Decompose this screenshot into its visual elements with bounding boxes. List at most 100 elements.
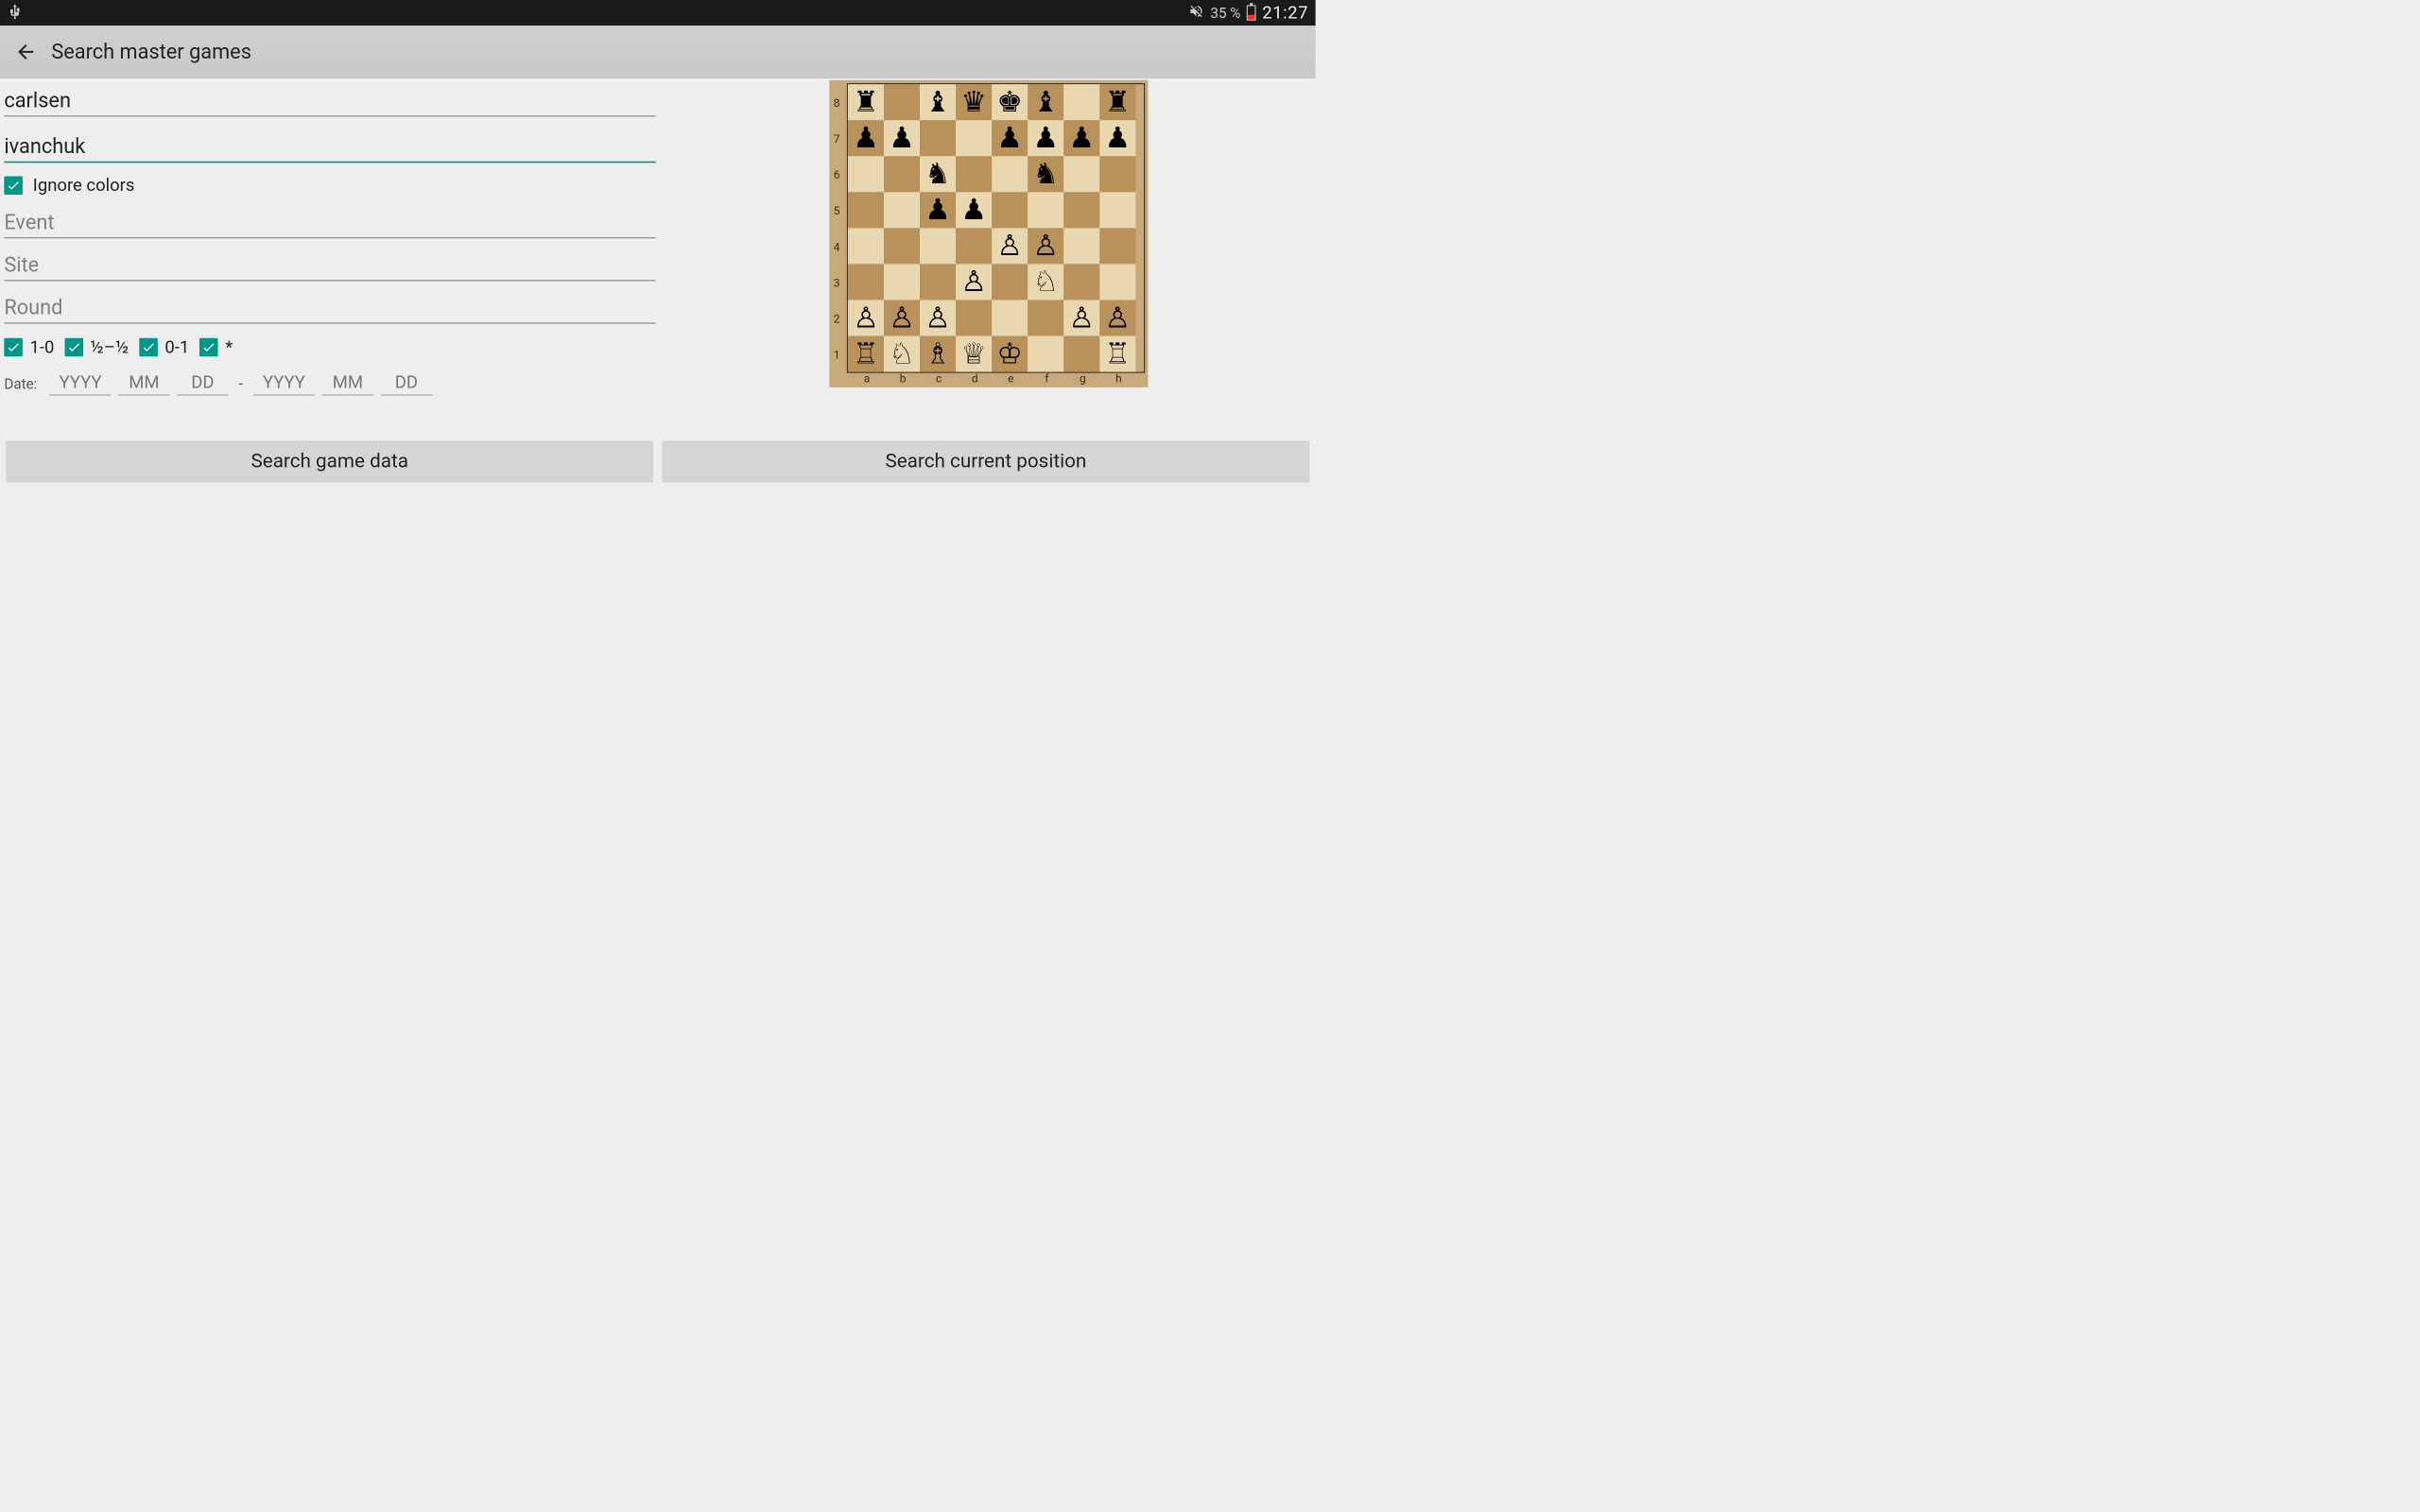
square-f8[interactable]: ♝ bbox=[1028, 84, 1063, 120]
search-game-data-button[interactable]: Search game data bbox=[7, 440, 653, 481]
square-c2[interactable]: ♙ bbox=[920, 300, 956, 335]
square-a1[interactable]: ♖ bbox=[848, 336, 884, 372]
square-a2[interactable]: ♙ bbox=[848, 300, 884, 335]
result-draw-checkbox[interactable] bbox=[64, 338, 83, 357]
square-a5[interactable] bbox=[848, 192, 884, 228]
date-from-year[interactable] bbox=[49, 372, 111, 396]
square-f3[interactable]: ♘ bbox=[1028, 264, 1063, 300]
piece-wk: ♔ bbox=[997, 339, 1023, 368]
square-h8[interactable]: ♜ bbox=[1099, 84, 1135, 120]
square-b2[interactable]: ♙ bbox=[884, 300, 920, 335]
square-e8[interactable]: ♚ bbox=[992, 84, 1028, 120]
square-d1[interactable]: ♕ bbox=[956, 336, 992, 372]
date-from-month[interactable] bbox=[118, 372, 169, 396]
square-a6[interactable] bbox=[848, 156, 884, 192]
ignore-colors-checkbox[interactable] bbox=[4, 176, 23, 195]
square-e5[interactable] bbox=[992, 192, 1028, 228]
square-b1[interactable]: ♘ bbox=[884, 336, 920, 372]
back-button[interactable] bbox=[10, 36, 42, 67]
square-g5[interactable] bbox=[1063, 192, 1099, 228]
result-0-1-checkbox[interactable] bbox=[139, 338, 158, 357]
square-f4[interactable]: ♙ bbox=[1028, 228, 1063, 264]
square-e6[interactable] bbox=[992, 156, 1028, 192]
square-e7[interactable]: ♟ bbox=[992, 120, 1028, 156]
square-b6[interactable] bbox=[884, 156, 920, 192]
square-h3[interactable] bbox=[1099, 264, 1135, 300]
rank-label-1: 1 bbox=[834, 337, 840, 373]
result-filters: 1-0 ½–½ 0-1 * bbox=[4, 337, 657, 358]
white-player-input[interactable] bbox=[4, 83, 655, 116]
piece-wn: ♘ bbox=[889, 339, 914, 368]
rank-label-7: 7 bbox=[834, 121, 840, 157]
square-c7[interactable] bbox=[920, 120, 956, 156]
event-input[interactable] bbox=[4, 205, 655, 238]
search-current-position-button[interactable]: Search current position bbox=[663, 440, 1309, 481]
date-to-year[interactable] bbox=[253, 372, 315, 396]
piece-wr: ♖ bbox=[1105, 339, 1131, 368]
square-a7[interactable]: ♟ bbox=[848, 120, 884, 156]
square-g1[interactable] bbox=[1063, 336, 1099, 372]
round-input[interactable] bbox=[4, 290, 655, 323]
square-e2[interactable] bbox=[992, 300, 1028, 335]
square-h4[interactable] bbox=[1099, 228, 1135, 264]
chess-board[interactable]: 87654321 ♜♝♛♚♝♜♟♟♟♟♟♟♞♞♟♟♙♙♙♘♙♙♙♙♙♖♘♗♕♔♖… bbox=[829, 80, 1148, 387]
square-f5[interactable] bbox=[1028, 192, 1063, 228]
file-label-h: h bbox=[1100, 372, 1136, 386]
result-1-0-checkbox[interactable] bbox=[4, 338, 23, 357]
square-g4[interactable] bbox=[1063, 228, 1099, 264]
square-g2[interactable]: ♙ bbox=[1063, 300, 1099, 335]
piece-bn: ♞ bbox=[1033, 160, 1059, 188]
square-g3[interactable] bbox=[1063, 264, 1099, 300]
site-input[interactable] bbox=[4, 248, 655, 281]
square-f1[interactable] bbox=[1028, 336, 1063, 372]
square-b4[interactable] bbox=[884, 228, 920, 264]
square-a3[interactable] bbox=[848, 264, 884, 300]
square-a4[interactable] bbox=[848, 228, 884, 264]
result-0-1-label: 0-1 bbox=[164, 337, 189, 358]
result-star-checkbox[interactable] bbox=[199, 338, 218, 357]
square-b5[interactable] bbox=[884, 192, 920, 228]
date-from-day[interactable] bbox=[177, 372, 228, 396]
square-b3[interactable] bbox=[884, 264, 920, 300]
square-c8[interactable]: ♝ bbox=[920, 84, 956, 120]
square-b7[interactable]: ♟ bbox=[884, 120, 920, 156]
square-c3[interactable] bbox=[920, 264, 956, 300]
square-g6[interactable] bbox=[1063, 156, 1099, 192]
square-h5[interactable] bbox=[1099, 192, 1135, 228]
file-label-d: d bbox=[957, 372, 993, 386]
date-dash: - bbox=[238, 375, 243, 393]
piece-br: ♜ bbox=[853, 88, 878, 116]
date-to-month[interactable] bbox=[322, 372, 373, 396]
square-e4[interactable]: ♙ bbox=[992, 228, 1028, 264]
square-g8[interactable] bbox=[1063, 84, 1099, 120]
square-d5[interactable]: ♟ bbox=[956, 192, 992, 228]
square-e1[interactable]: ♔ bbox=[992, 336, 1028, 372]
square-d7[interactable] bbox=[956, 120, 992, 156]
square-c4[interactable] bbox=[920, 228, 956, 264]
square-d6[interactable] bbox=[956, 156, 992, 192]
square-f2[interactable] bbox=[1028, 300, 1063, 335]
square-a8[interactable]: ♜ bbox=[848, 84, 884, 120]
date-to-day[interactable] bbox=[381, 372, 432, 396]
square-d8[interactable]: ♛ bbox=[956, 84, 992, 120]
piece-wb: ♗ bbox=[925, 339, 950, 368]
square-c6[interactable]: ♞ bbox=[920, 156, 956, 192]
square-g7[interactable]: ♟ bbox=[1063, 120, 1099, 156]
square-f7[interactable]: ♟ bbox=[1028, 120, 1063, 156]
square-h1[interactable]: ♖ bbox=[1099, 336, 1135, 372]
piece-wp: ♙ bbox=[1069, 303, 1095, 332]
square-c5[interactable]: ♟ bbox=[920, 192, 956, 228]
square-c1[interactable]: ♗ bbox=[920, 336, 956, 372]
file-label-f: f bbox=[1028, 372, 1064, 386]
square-e3[interactable] bbox=[992, 264, 1028, 300]
square-d3[interactable]: ♙ bbox=[956, 264, 992, 300]
square-b8[interactable] bbox=[884, 84, 920, 120]
square-d2[interactable] bbox=[956, 300, 992, 335]
piece-bp: ♟ bbox=[889, 124, 914, 152]
square-h7[interactable]: ♟ bbox=[1099, 120, 1135, 156]
square-d4[interactable] bbox=[956, 228, 992, 264]
square-h2[interactable]: ♙ bbox=[1099, 300, 1135, 335]
square-f6[interactable]: ♞ bbox=[1028, 156, 1063, 192]
square-h6[interactable] bbox=[1099, 156, 1135, 192]
black-player-input[interactable] bbox=[4, 129, 655, 163]
